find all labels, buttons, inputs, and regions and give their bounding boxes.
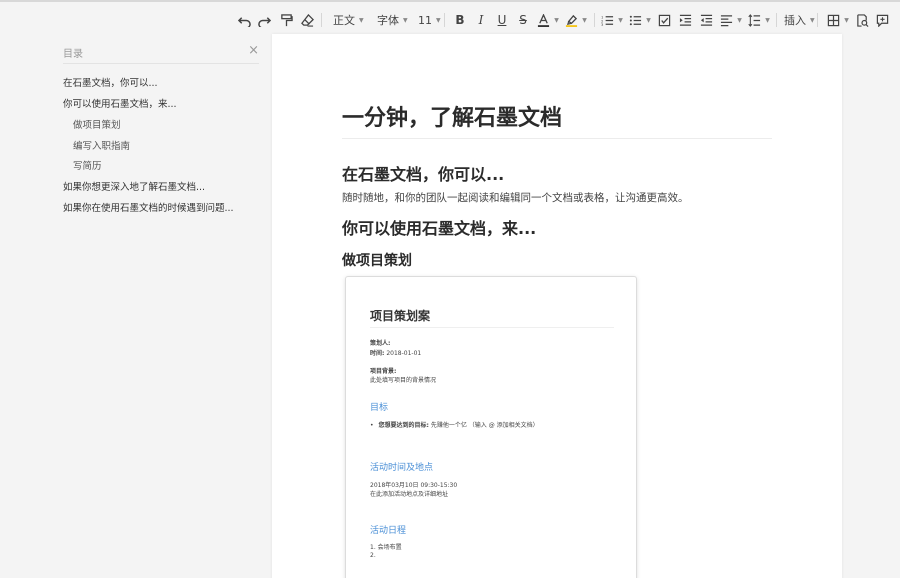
toolbar-separator bbox=[444, 13, 445, 27]
svg-text:3: 3 bbox=[601, 23, 604, 27]
chevron-down-icon: ▼ bbox=[359, 16, 364, 24]
format-painter-icon[interactable] bbox=[279, 12, 293, 28]
background-label: 项目背景: bbox=[370, 368, 397, 375]
outline-item[interactable]: 编写入职指南 bbox=[73, 138, 130, 152]
clear-format-icon[interactable] bbox=[300, 12, 314, 28]
section-heading: 在石墨文档，你可以... bbox=[342, 165, 505, 184]
toolbar-separator bbox=[817, 13, 818, 27]
comment-icon[interactable] bbox=[875, 12, 889, 28]
font-size-dropdown[interactable]: 11 ▼ bbox=[418, 12, 441, 28]
underline-icon[interactable]: U bbox=[496, 12, 508, 28]
section-heading: 你可以使用石墨文档，来... bbox=[342, 219, 537, 238]
time-value: 2018-01-01 bbox=[386, 350, 422, 357]
preview-list-item: 1. 会场布置 bbox=[370, 544, 402, 551]
goal-text: 先赚他一个亿 （输入 @ 添加相关文档） bbox=[430, 422, 539, 429]
highlight-color-button[interactable]: ▼ bbox=[565, 12, 587, 28]
chevron-down-icon: ▼ bbox=[646, 16, 651, 24]
toolbar-separator bbox=[321, 13, 322, 27]
document-title: 一分钟，了解石墨文档 bbox=[342, 106, 563, 131]
chevron-down-icon: ▼ bbox=[765, 16, 770, 24]
preview-field: 策划人: bbox=[370, 338, 390, 347]
close-icon[interactable]: × bbox=[248, 43, 259, 58]
insert-label: 插入 bbox=[784, 14, 806, 27]
chevron-down-icon: ▼ bbox=[436, 16, 441, 24]
outline-item[interactable]: 如果你在使用石墨文档的时候遇到问题... bbox=[63, 200, 234, 214]
font-family-dropdown[interactable]: 字体 ▼ bbox=[377, 12, 408, 28]
table-icon[interactable]: ▼ bbox=[827, 12, 849, 28]
indent-increase-icon[interactable] bbox=[678, 12, 692, 28]
preview-field: 时间: 2018-01-01 bbox=[370, 348, 421, 357]
preview-bullet: 您想要达到的目标: 先赚他一个亿 （输入 @ 添加相关文档） bbox=[370, 420, 539, 429]
redo-icon[interactable] bbox=[257, 12, 271, 28]
font-size-label: 11 bbox=[418, 13, 432, 27]
preview-list-item: 2. bbox=[370, 552, 376, 559]
preview-title: 项目策划案 bbox=[370, 309, 431, 323]
planner-label: 策划人: bbox=[370, 340, 391, 347]
align-icon[interactable]: ▼ bbox=[720, 12, 742, 28]
preview-heading: 目标 bbox=[370, 403, 389, 413]
preview-text: 此处填写项目的背景情况 bbox=[370, 377, 437, 384]
italic-icon[interactable]: I bbox=[475, 12, 487, 28]
outline-header: 目录 × bbox=[63, 43, 259, 64]
outline-item[interactable]: 你可以使用石墨文档，来... bbox=[63, 96, 177, 110]
chevron-down-icon: ▼ bbox=[554, 16, 559, 24]
preview-heading: 活动日程 bbox=[370, 526, 407, 536]
preview-heading: 活动时间及地点 bbox=[370, 463, 434, 473]
document-page[interactable]: 一分钟，了解石墨文档 在石墨文档，你可以... 随时随地，和你的团队一起阅读和编… bbox=[272, 34, 842, 578]
paragraph: 随时随地，和你的团队一起阅读和编辑同一个文档或表格，让沟通更高效。 bbox=[342, 192, 689, 204]
embedded-doc-preview[interactable]: 项目策划案 策划人: 时间: 2018-01-01 项目背景: 此处填写项目的背… bbox=[345, 276, 637, 578]
time-label: 时间: bbox=[370, 350, 385, 357]
bullet-list-icon[interactable]: ▼ bbox=[629, 12, 651, 28]
outline-item[interactable]: 写简历 bbox=[73, 158, 102, 172]
subsection-heading: 做项目策划 bbox=[342, 253, 412, 269]
goal-label: 您想要达到的目标: bbox=[378, 422, 429, 429]
chevron-down-icon: ▼ bbox=[737, 16, 742, 24]
bold-icon[interactable]: B bbox=[454, 12, 466, 28]
insert-dropdown[interactable]: 插入 ▼ bbox=[784, 12, 815, 28]
indent-decrease-icon[interactable] bbox=[699, 12, 713, 28]
strikethrough-icon[interactable]: S bbox=[517, 12, 529, 28]
find-replace-icon[interactable] bbox=[855, 12, 869, 28]
outline-title: 目录 bbox=[63, 49, 83, 60]
toolbar: 正文 ▼ 字体 ▼ 11 ▼ B I U S ▼ ▼ 1 2 3 ▼ ▼ ▼ ▼ 插入 ▼ ▼ bbox=[0, 0, 900, 34]
toolbar-separator bbox=[594, 13, 595, 27]
chevron-down-icon: ▼ bbox=[582, 16, 587, 24]
outline-item[interactable]: 在石墨文档，你可以... bbox=[63, 75, 158, 89]
preview-field: 项目背景: bbox=[370, 366, 396, 375]
toolbar-separator bbox=[776, 13, 777, 27]
preview-divider bbox=[370, 327, 614, 328]
chevron-down-icon: ▼ bbox=[618, 16, 623, 24]
title-divider bbox=[342, 138, 772, 139]
chevron-down-icon: ▼ bbox=[403, 16, 408, 24]
preview-text: 在此添加活动地点及详细地址 bbox=[370, 491, 449, 498]
preview-text: 2018年03月10日 09:30-15:30 bbox=[370, 482, 458, 489]
paragraph-style-dropdown[interactable]: 正文 ▼ bbox=[333, 12, 364, 28]
ordered-list-icon[interactable]: 1 2 3 ▼ bbox=[601, 12, 623, 28]
chevron-down-icon: ▼ bbox=[844, 16, 849, 24]
font-color-button[interactable]: ▼ bbox=[537, 12, 559, 28]
outline-item[interactable]: 做项目策划 bbox=[73, 117, 121, 131]
outline-panel: 目录 × 在石墨文档，你可以... 你可以使用石墨文档，来... 做项目策划 编… bbox=[0, 34, 272, 578]
paragraph-style-label: 正文 bbox=[333, 14, 355, 27]
outline-item[interactable]: 如果你想更深入地了解石墨文档... bbox=[63, 179, 205, 193]
font-family-label: 字体 bbox=[377, 14, 399, 27]
undo-icon[interactable] bbox=[237, 12, 251, 28]
checklist-icon[interactable] bbox=[657, 12, 671, 28]
chevron-down-icon: ▼ bbox=[810, 16, 815, 24]
line-spacing-icon[interactable]: ▼ bbox=[748, 12, 770, 28]
